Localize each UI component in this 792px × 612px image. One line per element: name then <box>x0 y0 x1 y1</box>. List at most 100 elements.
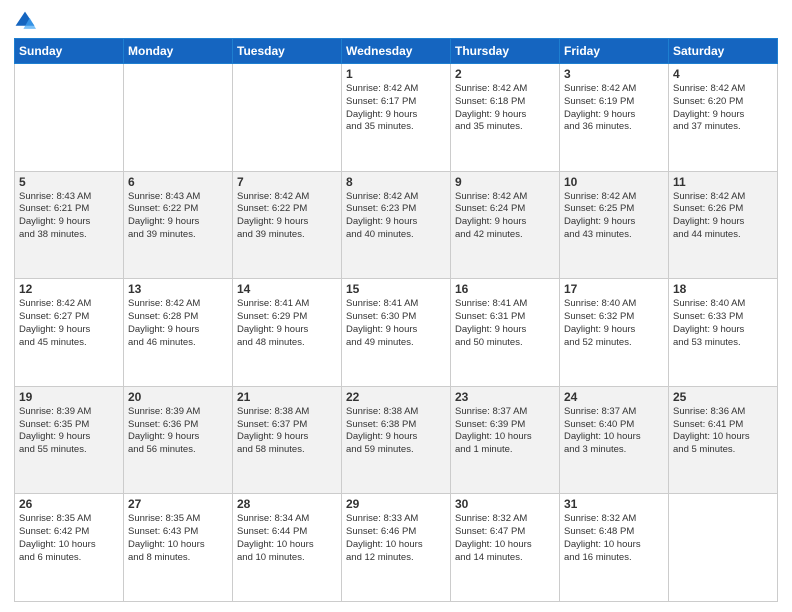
header <box>14 10 778 32</box>
calendar-cell <box>669 494 778 602</box>
day-info: Sunrise: 8:37 AM Sunset: 6:40 PM Dayligh… <box>564 406 664 457</box>
page: SundayMondayTuesdayWednesdayThursdayFrid… <box>0 0 792 612</box>
calendar-cell: 23 Sunrise: 8:37 AM Sunset: 6:39 PM Dayli… <box>451 386 560 494</box>
calendar-cell: 26 Sunrise: 8:35 AM Sunset: 6:42 PM Dayli… <box>15 494 124 602</box>
day-info: Sunrise: 8:42 AM Sunset: 6:28 PM Dayligh… <box>128 298 228 349</box>
day-info: Sunrise: 8:41 AM Sunset: 6:31 PM Dayligh… <box>455 298 555 349</box>
calendar-cell: 12Sunrise: 8:42 AM Sunset: 6:27 PM Dayli… <box>15 279 124 387</box>
weekday-header: Sunday <box>15 39 124 64</box>
day-number: 10 <box>564 175 664 189</box>
day-number: 9 <box>455 175 555 189</box>
calendar-cell: 4 Sunrise: 8:42 AM Sunset: 6:20 PM Daylig… <box>669 64 778 172</box>
calendar-row: 12Sunrise: 8:42 AM Sunset: 6:27 PM Dayli… <box>15 279 778 387</box>
calendar-cell: 27 Sunrise: 8:35 AM Sunset: 6:43 PM Dayli… <box>124 494 233 602</box>
day-number: 11 <box>673 175 773 189</box>
weekday-header: Tuesday <box>233 39 342 64</box>
day-number: 4 <box>673 67 773 81</box>
day-number: 13 <box>128 282 228 296</box>
day-info: Sunrise: 8:34 AM Sunset: 6:44 PM Dayligh… <box>237 513 337 564</box>
day-number: 22 <box>346 390 446 404</box>
day-info: Sunrise: 8:42 AM Sunset: 6:23 PM Dayligh… <box>346 191 446 242</box>
day-number: 18 <box>673 282 773 296</box>
weekday-header: Thursday <box>451 39 560 64</box>
day-number: 5 <box>19 175 119 189</box>
calendar-cell: 22Sunrise: 8:38 AM Sunset: 6:38 PM Dayli… <box>342 386 451 494</box>
calendar-cell: 13 Sunrise: 8:42 AM Sunset: 6:28 PM Dayli… <box>124 279 233 387</box>
calendar-cell: 19 Sunrise: 8:39 AM Sunset: 6:35 PM Dayli… <box>15 386 124 494</box>
day-info: Sunrise: 8:41 AM Sunset: 6:30 PM Dayligh… <box>346 298 446 349</box>
day-info: Sunrise: 8:42 AM Sunset: 6:18 PM Dayligh… <box>455 83 555 134</box>
day-info: Sunrise: 8:35 AM Sunset: 6:43 PM Dayligh… <box>128 513 228 564</box>
calendar-cell: 14 Sunrise: 8:41 AM Sunset: 6:29 PM Dayli… <box>233 279 342 387</box>
day-number: 30 <box>455 497 555 511</box>
day-number: 27 <box>128 497 228 511</box>
day-info: Sunrise: 8:39 AM Sunset: 6:36 PM Dayligh… <box>128 406 228 457</box>
weekday-header: Monday <box>124 39 233 64</box>
day-info: Sunrise: 8:42 AM Sunset: 6:27 PM Dayligh… <box>19 298 119 349</box>
day-number: 31 <box>564 497 664 511</box>
calendar-cell: 5 Sunrise: 8:43 AM Sunset: 6:21 PM Daylig… <box>15 171 124 279</box>
day-number: 8 <box>346 175 446 189</box>
day-info: Sunrise: 8:32 AM Sunset: 6:48 PM Dayligh… <box>564 513 664 564</box>
calendar-cell: 28 Sunrise: 8:34 AM Sunset: 6:44 PM Dayli… <box>233 494 342 602</box>
calendar-cell <box>15 64 124 172</box>
day-number: 20 <box>128 390 228 404</box>
weekday-header-row: SundayMondayTuesdayWednesdayThursdayFrid… <box>15 39 778 64</box>
calendar-row: 5 Sunrise: 8:43 AM Sunset: 6:21 PM Daylig… <box>15 171 778 279</box>
day-number: 25 <box>673 390 773 404</box>
calendar-cell: 18 Sunrise: 8:40 AM Sunset: 6:33 PM Dayli… <box>669 279 778 387</box>
weekday-header: Wednesday <box>342 39 451 64</box>
day-info: Sunrise: 8:42 AM Sunset: 6:26 PM Dayligh… <box>673 191 773 242</box>
weekday-header: Saturday <box>669 39 778 64</box>
day-number: 29 <box>346 497 446 511</box>
calendar-cell: 17Sunrise: 8:40 AM Sunset: 6:32 PM Dayli… <box>560 279 669 387</box>
day-number: 1 <box>346 67 446 81</box>
day-number: 24 <box>564 390 664 404</box>
day-number: 23 <box>455 390 555 404</box>
day-number: 6 <box>128 175 228 189</box>
day-number: 17 <box>564 282 664 296</box>
day-number: 14 <box>237 282 337 296</box>
day-info: Sunrise: 8:40 AM Sunset: 6:33 PM Dayligh… <box>673 298 773 349</box>
day-info: Sunrise: 8:43 AM Sunset: 6:22 PM Dayligh… <box>128 191 228 242</box>
weekday-header: Friday <box>560 39 669 64</box>
day-info: Sunrise: 8:43 AM Sunset: 6:21 PM Dayligh… <box>19 191 119 242</box>
calendar-cell: 8 Sunrise: 8:42 AM Sunset: 6:23 PM Daylig… <box>342 171 451 279</box>
day-number: 28 <box>237 497 337 511</box>
day-number: 7 <box>237 175 337 189</box>
day-number: 19 <box>19 390 119 404</box>
day-number: 3 <box>564 67 664 81</box>
calendar-row: 26 Sunrise: 8:35 AM Sunset: 6:42 PM Dayli… <box>15 494 778 602</box>
day-number: 26 <box>19 497 119 511</box>
day-info: Sunrise: 8:41 AM Sunset: 6:29 PM Dayligh… <box>237 298 337 349</box>
day-info: Sunrise: 8:42 AM Sunset: 6:25 PM Dayligh… <box>564 191 664 242</box>
calendar-cell: 16Sunrise: 8:41 AM Sunset: 6:31 PM Dayli… <box>451 279 560 387</box>
day-info: Sunrise: 8:42 AM Sunset: 6:24 PM Dayligh… <box>455 191 555 242</box>
day-info: Sunrise: 8:42 AM Sunset: 6:17 PM Dayligh… <box>346 83 446 134</box>
day-number: 21 <box>237 390 337 404</box>
day-info: Sunrise: 8:42 AM Sunset: 6:20 PM Dayligh… <box>673 83 773 134</box>
day-info: Sunrise: 8:42 AM Sunset: 6:22 PM Dayligh… <box>237 191 337 242</box>
calendar-cell: 31 Sunrise: 8:32 AM Sunset: 6:48 PM Dayli… <box>560 494 669 602</box>
calendar-row: 1 Sunrise: 8:42 AM Sunset: 6:17 PM Daylig… <box>15 64 778 172</box>
day-info: Sunrise: 8:33 AM Sunset: 6:46 PM Dayligh… <box>346 513 446 564</box>
calendar-cell: 3 Sunrise: 8:42 AM Sunset: 6:19 PM Daylig… <box>560 64 669 172</box>
day-info: Sunrise: 8:42 AM Sunset: 6:19 PM Dayligh… <box>564 83 664 134</box>
calendar-cell: 29 Sunrise: 8:33 AM Sunset: 6:46 PM Dayli… <box>342 494 451 602</box>
day-info: Sunrise: 8:37 AM Sunset: 6:39 PM Dayligh… <box>455 406 555 457</box>
day-info: Sunrise: 8:35 AM Sunset: 6:42 PM Dayligh… <box>19 513 119 564</box>
calendar-cell: 24 Sunrise: 8:37 AM Sunset: 6:40 PM Dayli… <box>560 386 669 494</box>
logo <box>14 10 40 32</box>
day-info: Sunrise: 8:39 AM Sunset: 6:35 PM Dayligh… <box>19 406 119 457</box>
calendar-cell: 10 Sunrise: 8:42 AM Sunset: 6:25 PM Dayli… <box>560 171 669 279</box>
calendar-cell: 11 Sunrise: 8:42 AM Sunset: 6:26 PM Dayli… <box>669 171 778 279</box>
calendar-cell: 25 Sunrise: 8:36 AM Sunset: 6:41 PM Dayli… <box>669 386 778 494</box>
calendar-table: SundayMondayTuesdayWednesdayThursdayFrid… <box>14 38 778 602</box>
day-info: Sunrise: 8:38 AM Sunset: 6:37 PM Dayligh… <box>237 406 337 457</box>
calendar-cell <box>233 64 342 172</box>
calendar-cell: 9 Sunrise: 8:42 AM Sunset: 6:24 PM Daylig… <box>451 171 560 279</box>
calendar-cell: 1 Sunrise: 8:42 AM Sunset: 6:17 PM Daylig… <box>342 64 451 172</box>
calendar-cell: 2Sunrise: 8:42 AM Sunset: 6:18 PM Daylig… <box>451 64 560 172</box>
calendar-cell: 20 Sunrise: 8:39 AM Sunset: 6:36 PM Dayli… <box>124 386 233 494</box>
day-info: Sunrise: 8:36 AM Sunset: 6:41 PM Dayligh… <box>673 406 773 457</box>
